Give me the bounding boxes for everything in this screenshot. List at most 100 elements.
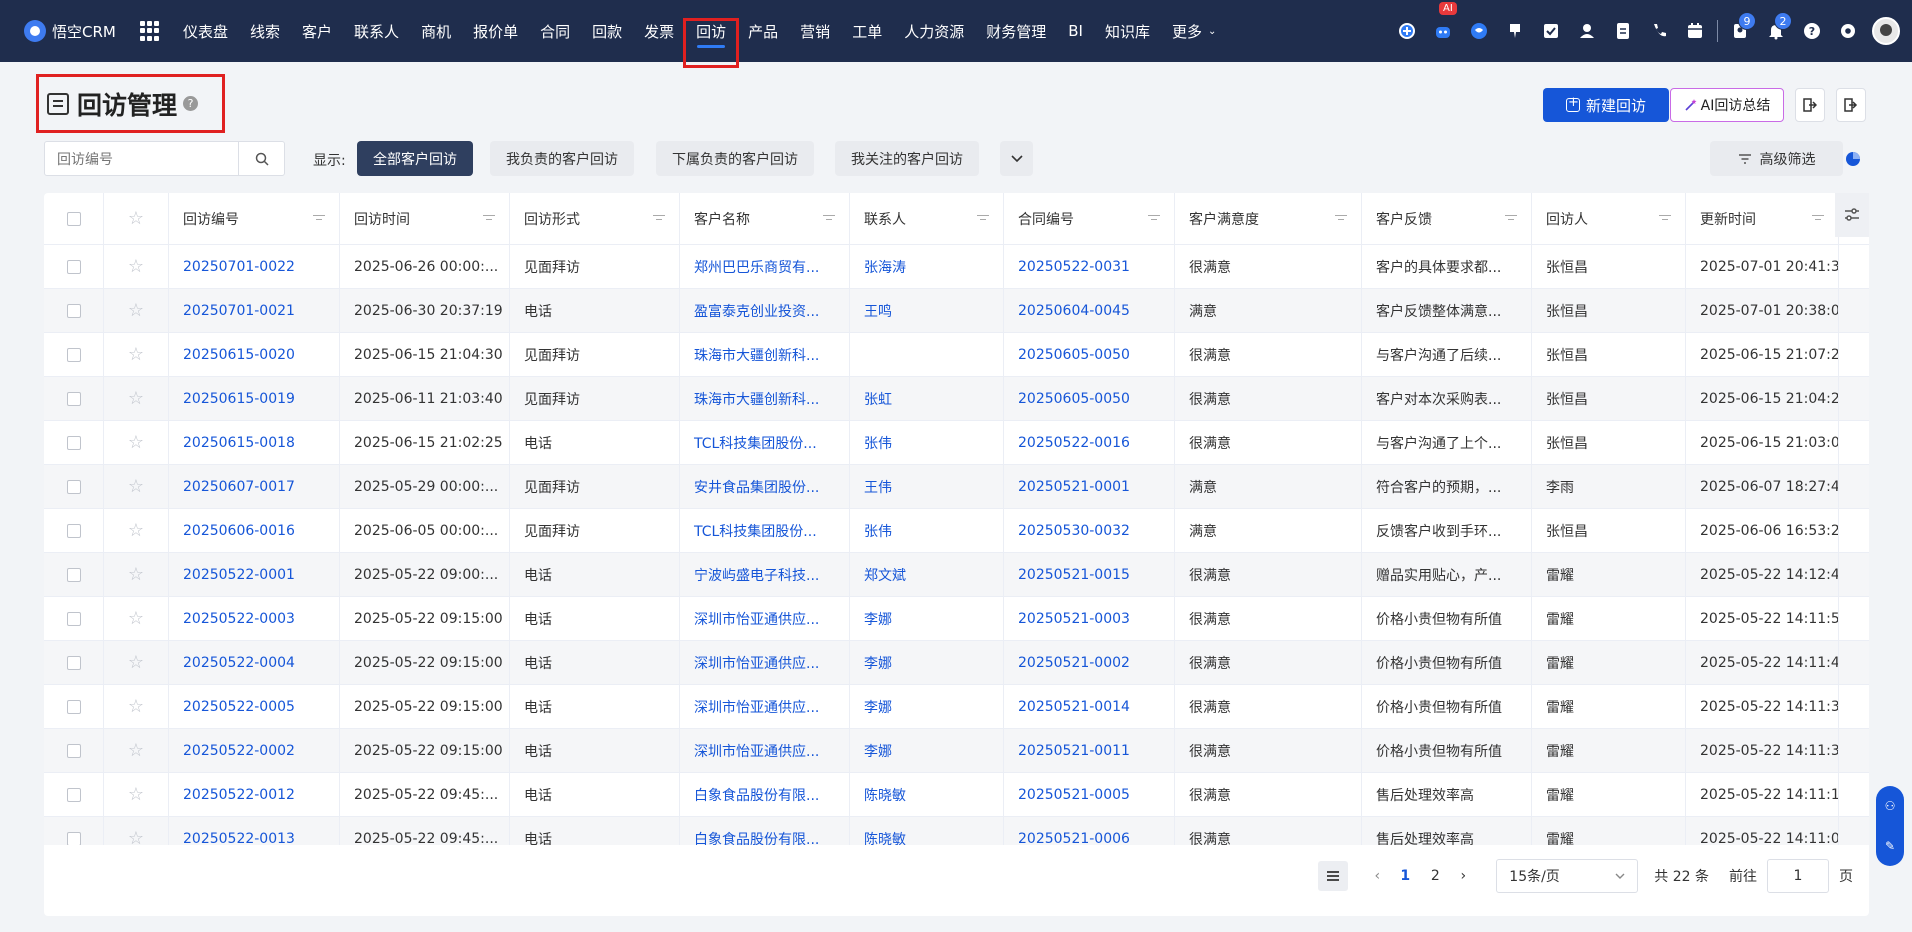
cell-link[interactable]: TCL科技集团股份... [694, 521, 817, 541]
cell-link[interactable]: 珠海市大疆创新科... [694, 389, 819, 409]
nav-item-12[interactable]: 工单 [841, 0, 893, 62]
table-row[interactable]: ☆ 20250522-0002 2025-05-22 09:15:00 电话 深圳市怡亚… [44, 729, 1869, 773]
table-row[interactable]: ☆ 20250615-0020 2025-06-15 21:04:30 见面拜访 珠海市… [44, 333, 1869, 377]
row-checkbox[interactable] [66, 259, 81, 274]
favorite-star-icon[interactable]: ☆ [128, 740, 144, 761]
favorite-star-icon[interactable]: ☆ [128, 784, 144, 805]
approval-icon[interactable]: 9 [1722, 0, 1758, 62]
cell-link[interactable]: 深圳市怡亚通供应... [694, 653, 819, 673]
cell-link[interactable]: 20250606-0016 [183, 523, 295, 539]
nav-item-6[interactable]: 合同 [529, 0, 581, 62]
row-checkbox[interactable] [66, 611, 81, 626]
cell-link[interactable]: 20250521-0011 [1018, 743, 1130, 759]
cell-link[interactable]: 20250521-0006 [1018, 831, 1130, 846]
cell-link[interactable]: 20250604-0045 [1018, 303, 1130, 319]
more-filters-dropdown[interactable] [1000, 141, 1033, 176]
nav-item-2[interactable]: 客户 [291, 0, 343, 62]
cell-link[interactable]: 20250522-0016 [1018, 435, 1130, 451]
nav-item-5[interactable]: 报价单 [462, 0, 529, 62]
cell-link[interactable]: 20250521-0015 [1018, 567, 1130, 583]
help-icon[interactable]: ? [183, 96, 199, 111]
favorite-star-icon[interactable]: ☆ [128, 388, 144, 409]
table-row[interactable]: ☆ 20250522-0001 2025-05-22 09:00:... 电话 宁波屿盛… [44, 553, 1869, 597]
cell-link[interactable]: 白象食品股份有限... [694, 785, 819, 805]
new-visit-button[interactable]: 新建回访 [1543, 88, 1669, 122]
export-button[interactable] [1836, 88, 1866, 122]
cell-link[interactable]: 张海涛 [864, 257, 906, 277]
cell-link[interactable]: 20250522-0012 [183, 787, 295, 803]
row-checkbox[interactable] [66, 479, 81, 494]
filter-chip-3[interactable]: 我关注的客户回访 [835, 141, 979, 176]
cell-link[interactable]: 20250522-0004 [183, 655, 295, 671]
list-mode-icon[interactable] [1318, 861, 1349, 891]
column-filter-icon[interactable] [313, 214, 325, 223]
column-filter-icon[interactable] [1812, 214, 1824, 223]
user-icon[interactable] [1569, 0, 1605, 62]
cell-link[interactable]: 20250521-0002 [1018, 655, 1130, 671]
nav-item-9[interactable]: 回访 [683, 0, 740, 68]
prev-page-icon[interactable]: ‹ [1364, 868, 1390, 884]
statistics-button[interactable] [1836, 141, 1869, 176]
favorite-star-icon[interactable]: ☆ [128, 432, 144, 453]
cell-link[interactable]: 20250605-0050 [1018, 347, 1130, 363]
cell-link[interactable]: 20250605-0050 [1018, 391, 1130, 407]
cell-link[interactable]: 20250522-0003 [183, 611, 295, 627]
advanced-filter-button[interactable]: 高级筛选 [1710, 141, 1843, 176]
favorite-star-icon[interactable]: ☆ [128, 520, 144, 541]
cell-link[interactable]: 李娜 [864, 741, 892, 761]
cell-link[interactable]: 陈晓敏 [864, 785, 906, 805]
cell-link[interactable]: 张虹 [864, 389, 892, 409]
favorite-star-icon[interactable]: ☆ [128, 696, 144, 717]
table-row[interactable]: ☆ 20250522-0005 2025-05-22 09:15:00 电话 深圳市怡亚… [44, 685, 1869, 729]
cell-link[interactable]: 张伟 [864, 433, 892, 453]
nav-item-0[interactable]: 仪表盘 [172, 0, 239, 62]
cell-link[interactable]: 王伟 [864, 477, 892, 497]
table-row[interactable]: ☆ 20250701-0022 2025-06-26 00:00:... 见面拜访 郑州… [44, 245, 1869, 289]
cell-link[interactable]: 20250522-0031 [1018, 259, 1130, 275]
column-filter-icon[interactable] [1335, 214, 1347, 223]
goto-page-input[interactable]: 1 [1767, 859, 1829, 893]
phone-icon[interactable] [1641, 0, 1677, 62]
nav-item-10[interactable]: 产品 [737, 0, 789, 62]
cell-link[interactable]: 宁波屿盛电子科技... [694, 565, 819, 585]
robot-ai-icon[interactable]: AI [1425, 0, 1461, 62]
nav-item-7[interactable]: 回款 [581, 0, 633, 62]
cell-link[interactable]: 20250522-0002 [183, 743, 295, 759]
search-input[interactable] [45, 142, 238, 175]
cell-link[interactable]: 李娜 [864, 653, 892, 673]
table-row[interactable]: ☆ 20250606-0016 2025-06-05 00:00:... 见面拜访 TC… [44, 509, 1869, 553]
favorite-star-icon[interactable]: ☆ [128, 256, 144, 277]
table-row[interactable]: ☆ 20250615-0018 2025-06-15 21:02:25 电话 TCL科技… [44, 421, 1869, 465]
cell-link[interactable]: 20250615-0019 [183, 391, 295, 407]
search-button[interactable] [238, 142, 284, 175]
row-checkbox[interactable] [66, 435, 81, 450]
row-checkbox[interactable] [66, 347, 81, 362]
next-page-icon[interactable]: › [1450, 868, 1476, 884]
cell-link[interactable]: 陈晓敏 [864, 829, 906, 846]
row-checkbox[interactable] [66, 787, 81, 802]
table-row[interactable]: ☆ 20250607-0017 2025-05-29 00:00:... 见面拜访 安井… [44, 465, 1869, 509]
chat-icon[interactable] [1461, 0, 1497, 62]
cell-link[interactable]: 王鸣 [864, 301, 892, 321]
user-avatar[interactable] [1872, 17, 1900, 45]
cell-link[interactable]: 白象食品股份有限... [694, 829, 819, 846]
cell-link[interactable]: 20250615-0020 [183, 347, 295, 363]
table-row[interactable]: ☆ 20250522-0012 2025-05-22 09:45:... 电话 白象食品… [44, 773, 1869, 817]
cell-link[interactable]: 20250522-0013 [183, 831, 295, 846]
add-circle-icon[interactable] [1389, 0, 1425, 62]
table-row[interactable]: ☆ 20250701-0021 2025-06-30 20:37:19 电话 盈富泰克创… [44, 289, 1869, 333]
column-filter-icon[interactable] [1505, 214, 1517, 223]
cell-link[interactable]: 20250701-0022 [183, 259, 295, 275]
cell-link[interactable]: 郑文斌 [864, 565, 906, 585]
cell-link[interactable]: 珠海市大疆创新科... [694, 345, 819, 365]
nav-item-3[interactable]: 联系人 [343, 0, 410, 62]
row-checkbox[interactable] [66, 699, 81, 714]
column-filter-icon[interactable] [977, 214, 989, 223]
cell-link[interactable]: 深圳市怡亚通供应... [694, 697, 819, 717]
customer-service-icon[interactable]: ⚇ [1885, 799, 1896, 813]
cell-link[interactable]: 李娜 [864, 609, 892, 629]
cell-link[interactable]: 20250521-0001 [1018, 479, 1130, 495]
calendar-icon[interactable] [1677, 0, 1713, 62]
row-checkbox[interactable] [66, 391, 81, 406]
column-settings-button[interactable] [1835, 193, 1869, 237]
